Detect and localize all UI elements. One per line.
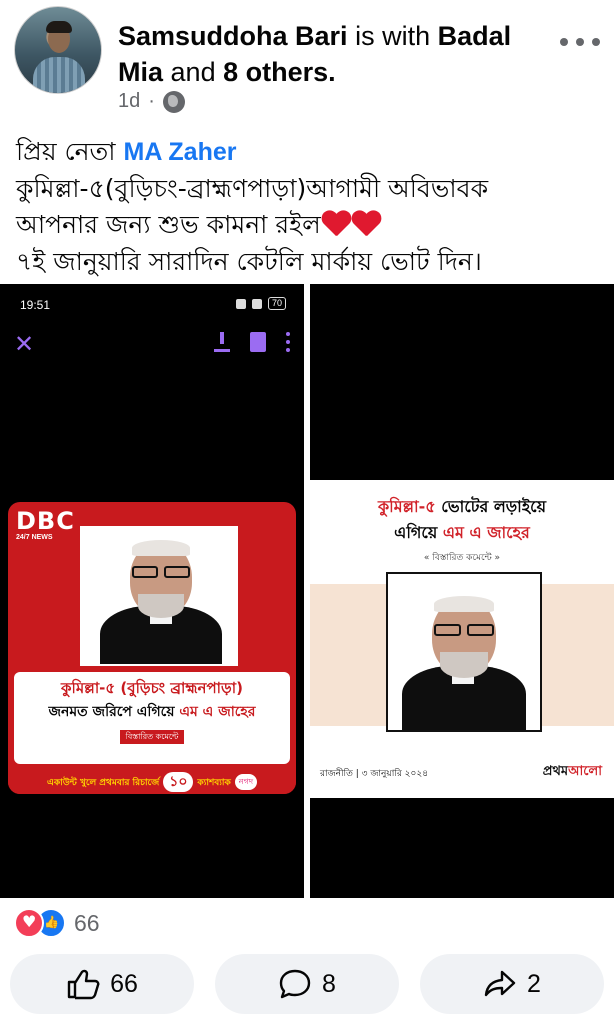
reaction-summary[interactable]: 66 [14, 906, 100, 940]
pa-headline-area: কুমিল্লা-৫ ভোটের লড়াইয়ে এগিয়ে এম এ জা… [310, 480, 614, 584]
avatar-hair [46, 21, 72, 33]
share-arrow-icon [484, 970, 516, 997]
love-reaction-icon [14, 908, 44, 938]
post-caption: প্রিয় নেতা MA Zaher কুমিল্লা-৫(বুড়িচং-… [16, 134, 606, 280]
portrait-beard [440, 652, 488, 678]
pa-more-tag: « বিস্তারিত কমেন্টে » [423, 553, 501, 563]
avatar-shirt [33, 57, 85, 93]
candidate-portrait [80, 526, 238, 666]
alarm-icon [235, 298, 246, 309]
like-count: 66 [110, 969, 138, 998]
pa-headline-2-prefix: এগিয়ে [394, 523, 438, 542]
pa-logo-a: প্রথম [542, 764, 569, 779]
viewer-actions [214, 332, 290, 352]
portrait-glasses [434, 624, 461, 636]
pa-headline-1-red: কুমিল্লা-৫ [377, 497, 436, 516]
and-text: and [170, 57, 216, 87]
delete-icon [250, 332, 266, 352]
comment-count: 8 [322, 969, 336, 998]
signal-icon [251, 298, 262, 309]
media-photo-right[interactable]: কুমিল্লা-৫ ভোটের লড়াইয়ে এগিয়ে এম এ জা… [310, 284, 614, 898]
dbc-logo-sub: 24/7 NEWS [16, 534, 53, 541]
portrait-glasses [164, 566, 190, 578]
image-viewer-toolbar: ✕ [0, 328, 304, 358]
prothom-alo-logo: প্রথমআলো [543, 762, 602, 783]
share-count: 2 [527, 969, 541, 998]
caption-line-3-text: আপনার জন্য শুভ কামনা রইল [16, 210, 321, 239]
caption-line-3: আপনার জন্য শুভ কামনা রইল [16, 207, 606, 244]
pa-headline-1-rest: ভোটের লড়াইয়ে [441, 497, 546, 516]
with-text: is with [355, 21, 431, 51]
overflow-menu-icon [286, 332, 290, 352]
post-meta: 1d · [118, 90, 185, 113]
candidate-portrait [386, 572, 542, 732]
caption-prefix: প্রিয় নেতা [16, 137, 116, 166]
dbc-logo: DBC [16, 507, 75, 535]
nagad-ad-strip: একাউন্ট খুলে প্রথমবার রিচার্জে ১০ ক্যাশব… [8, 770, 296, 794]
portrait-glasses [467, 624, 494, 636]
author-name[interactable]: Samsuddoha Bari [118, 21, 348, 51]
media-photo-left[interactable]: 19:51 70 ✕ DBC 24/7 NEWS কুমিল্লা-৫ (বুড… [0, 284, 304, 898]
portrait-hair [132, 540, 190, 556]
meta-separator: · [148, 90, 155, 112]
caption-line-1: প্রিয় নেতা MA Zaher [16, 134, 606, 171]
more-dots-icon[interactable] [560, 30, 600, 54]
dbc-headline-box: কুমিল্লা-৫ (বুড়িচং ব্রাহ্মনপাড়া) জনমত … [14, 672, 290, 764]
comment-bubble-icon [279, 969, 311, 999]
pa-footer: রাজনীতি | ৩ জানুয়ারি ২০২৪ প্রথমআলো [310, 762, 614, 786]
reaction-count: 66 [74, 909, 100, 936]
portrait-beard [138, 594, 184, 618]
share-button[interactable]: 2 [420, 954, 604, 1014]
dbc-comment-tag: বিস্তারিত কমেন্টে [119, 730, 185, 744]
dbc-headline-2-name: এম এ জাহের [179, 704, 256, 720]
author-avatar[interactable] [14, 6, 102, 94]
dbc-headline-2-prefix: জনমত জরিপে এগিয়ে [48, 704, 175, 720]
author-line: Samsuddoha Bari is with Badal Mia and 8 … [118, 18, 538, 90]
heart-emoji-icon [351, 209, 381, 237]
pa-footer-date: রাজনীতি | ৩ জানুয়ারি ২০২৪ [320, 769, 429, 779]
status-time: 19:51 [20, 298, 51, 312]
ad-text-2: ক্যাশব্যাক [197, 777, 231, 788]
more-dot [592, 38, 600, 46]
portrait-glasses [132, 566, 158, 578]
pa-headline-2: এগিয়ে এম এ জাহের [310, 520, 614, 546]
dbc-news-card: DBC 24/7 NEWS কুমিল্লা-৫ (বুড়িচং ব্রাহ্… [8, 502, 296, 794]
phone-status-bar: 19:51 70 [0, 294, 304, 316]
pa-headline-1: কুমিল্লা-৫ ভোটের লড়াইয়ে [310, 494, 614, 520]
post-header: Samsuddoha Bari is with Badal Mia and 8 … [0, 0, 614, 120]
battery-icon: 70 [267, 297, 286, 310]
tagged-others[interactable]: 8 others. [223, 57, 336, 87]
like-button[interactable]: 66 [10, 954, 194, 1014]
more-dot [576, 38, 584, 46]
ad-number: ১০ [163, 772, 194, 792]
mention-link[interactable]: MA Zaher [124, 138, 237, 166]
ad-text: একাউন্ট খুলে প্রথমবার রিচার্জে [46, 777, 160, 788]
post-actions: 66 8 2 [10, 954, 604, 1014]
caption-line-4: ৭ই জানুয়ারি সারাদিন কেটলি মার্কায় ভোট … [16, 246, 482, 276]
dbc-headline-2: জনমত জরিপে এগিয়ে এম এ জাহের [14, 700, 290, 724]
download-icon [214, 332, 230, 352]
thumbs-up-icon [67, 969, 100, 1000]
heart-emoji-icon [321, 209, 351, 237]
globe-icon [162, 90, 185, 113]
caption-line-2: কুমিল্লা-৫(বুড়িচং-ব্রাহ্মণপাড়া)আগামী অ… [16, 173, 489, 203]
prothom-alo-card: কুমিল্লা-৫ ভোটের লড়াইয়ে এগিয়ে এম এ জা… [310, 480, 614, 798]
pa-logo-b: আলো [568, 764, 602, 779]
status-icons: 70 [235, 297, 286, 310]
comment-button[interactable]: 8 [215, 954, 399, 1014]
more-dot [560, 38, 568, 46]
close-icon: ✕ [14, 330, 35, 358]
dbc-headline-1: কুমিল্লা-৫ (বুড়িচং ব্রাহ্মনপাড়া) [61, 679, 243, 697]
post-time[interactable]: 1d [118, 90, 140, 113]
nagad-logo: নগদ [234, 774, 258, 790]
portrait-hair [434, 596, 494, 612]
pa-headline-2-name: এম এ জাহের [442, 523, 530, 542]
